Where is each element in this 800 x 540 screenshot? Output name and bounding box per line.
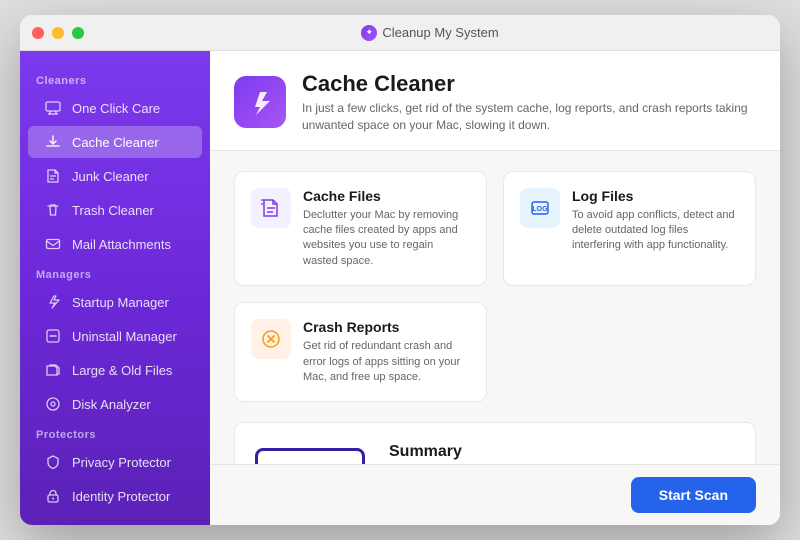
cache-files-icon xyxy=(251,188,291,228)
feature-log-files: LOG Log Files To avoid app conflicts, de… xyxy=(503,171,756,287)
sidebar-item-label: Privacy Protector xyxy=(72,455,171,470)
uninstall-icon xyxy=(44,327,62,345)
monitor-icon xyxy=(44,99,62,117)
panel-footer: Start Scan xyxy=(210,464,780,525)
sidebar-item-identity-protector[interactable]: Identity Protector xyxy=(28,480,202,512)
panel-description: In just a few clicks, get rid of the sys… xyxy=(302,100,752,134)
sidebar-bottom: Unlock Full Version xyxy=(20,513,210,525)
features-grid: Cache Files Declutter your Mac by removi… xyxy=(234,171,756,403)
minimize-button[interactable] xyxy=(52,27,64,39)
sidebar: Cleaners One Click Care xyxy=(20,51,210,525)
files-icon xyxy=(44,361,62,379)
feature-cache-title: Cache Files xyxy=(303,188,470,204)
panel-header-text: Cache Cleaner In just a few clicks, get … xyxy=(302,71,752,134)
start-scan-button[interactable]: Start Scan xyxy=(631,477,756,513)
feature-cache-desc: Declutter your Mac by removing cache fil… xyxy=(303,208,470,270)
feature-crash-desc: Get rid of redundant crash and error log… xyxy=(303,339,470,385)
lock-icon xyxy=(44,487,62,505)
feature-log-desc: To avoid app conflicts, detect and delet… xyxy=(572,208,739,254)
sidebar-item-label: Large & Old Files xyxy=(72,363,172,378)
monitor-visual: 5.38 GB Found In Total xyxy=(255,448,365,464)
sidebar-item-label: Trash Cleaner xyxy=(72,203,154,218)
section-cleaners-label: Cleaners xyxy=(20,67,210,91)
sidebar-item-label: Uninstall Manager xyxy=(72,329,177,344)
sidebar-item-trash-cleaner[interactable]: Trash Cleaner xyxy=(28,194,202,226)
sidebar-item-uninstall-manager[interactable]: Uninstall Manager xyxy=(28,320,202,352)
sidebar-item-privacy-protector[interactable]: Privacy Protector xyxy=(28,446,202,478)
app-window: ✦ Cleanup My System Cleaners One Click C… xyxy=(20,15,780,525)
trash-icon xyxy=(44,201,62,219)
main-panel: Cache Cleaner In just a few clicks, get … xyxy=(210,51,780,525)
summary-card: 5.38 GB Found In Total Summary Last Acti… xyxy=(234,422,756,464)
main-layout: Cleaners One Click Care xyxy=(20,51,780,525)
sidebar-item-junk-cleaner[interactable]: Junk Cleaner xyxy=(28,160,202,192)
feature-crash-reports: Crash Reports Get rid of redundant crash… xyxy=(234,302,487,402)
panel-body: Cache Files Declutter your Mac by removi… xyxy=(210,151,780,464)
sidebar-item-label: One Click Care xyxy=(72,101,160,116)
download-icon xyxy=(44,133,62,151)
file-icon xyxy=(44,167,62,185)
title-text: Cleanup My System xyxy=(382,25,498,40)
feature-cache-text: Cache Files Declutter your Mac by removi… xyxy=(303,188,470,270)
feature-log-text: Log Files To avoid app conflicts, detect… xyxy=(572,188,739,270)
crash-reports-icon xyxy=(251,319,291,359)
sidebar-item-label: Junk Cleaner xyxy=(72,169,149,184)
feature-crash-text: Crash Reports Get rid of redundant crash… xyxy=(303,319,470,385)
disk-icon xyxy=(44,395,62,413)
mail-icon xyxy=(44,235,62,253)
panel-title: Cache Cleaner xyxy=(302,71,752,97)
summary-info: Summary Last Action Performed - Scan (24… xyxy=(389,443,735,464)
sidebar-item-cache-cleaner[interactable]: Cache Cleaner xyxy=(28,126,202,158)
sidebar-item-label: Cache Cleaner xyxy=(72,135,159,150)
sidebar-item-mail-attachments[interactable]: Mail Attachments xyxy=(28,228,202,260)
feature-crash-title: Crash Reports xyxy=(303,319,470,335)
maximize-button[interactable] xyxy=(72,27,84,39)
sidebar-item-label: Disk Analyzer xyxy=(72,397,151,412)
svg-text:LOG: LOG xyxy=(532,206,548,213)
sidebar-item-label: Startup Manager xyxy=(72,295,169,310)
feature-log-title: Log Files xyxy=(572,188,739,204)
feature-cache-files: Cache Files Declutter your Mac by removi… xyxy=(234,171,487,287)
section-managers-label: Managers xyxy=(20,261,210,285)
section-protectors-label: Protectors xyxy=(20,421,210,445)
panel-icon xyxy=(234,76,286,128)
titlebar: ✦ Cleanup My System xyxy=(20,15,780,51)
window-title: ✦ Cleanup My System xyxy=(92,25,768,41)
lightning-icon xyxy=(44,293,62,311)
sidebar-item-disk-analyzer[interactable]: Disk Analyzer xyxy=(28,388,202,420)
log-files-icon: LOG xyxy=(520,188,560,228)
monitor-screen: 5.38 GB Found In Total xyxy=(255,448,365,464)
sidebar-item-large-old-files[interactable]: Large & Old Files xyxy=(28,354,202,386)
shield-icon xyxy=(44,453,62,471)
sidebar-item-one-click-care[interactable]: One Click Care xyxy=(28,92,202,124)
sidebar-item-label: Mail Attachments xyxy=(72,237,171,252)
sidebar-item-label: Identity Protector xyxy=(72,489,170,504)
sidebar-item-startup-manager[interactable]: Startup Manager xyxy=(28,286,202,318)
summary-title: Summary xyxy=(389,443,735,461)
close-button[interactable] xyxy=(32,27,44,39)
panel-header: Cache Cleaner In just a few clicks, get … xyxy=(210,51,780,151)
app-icon: ✦ xyxy=(361,25,377,41)
